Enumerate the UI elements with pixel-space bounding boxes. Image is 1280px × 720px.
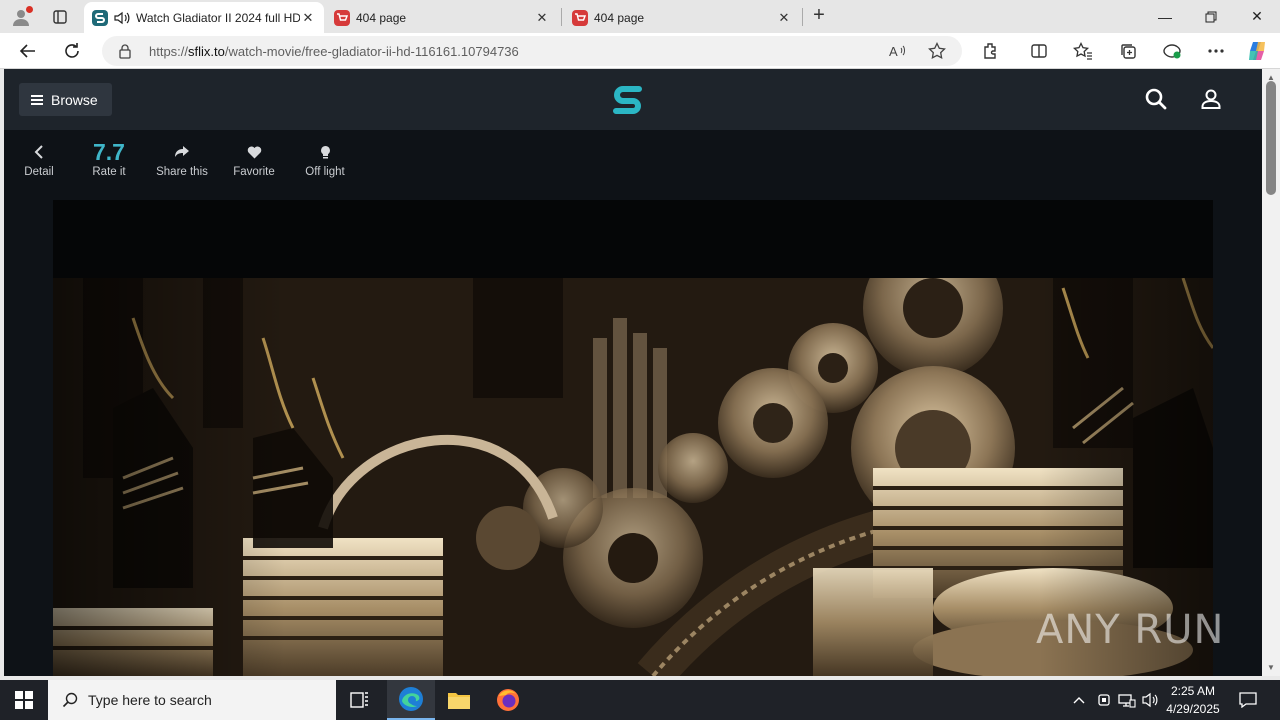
volume-icon[interactable] (1140, 680, 1162, 720)
browse-button[interactable]: Browse (19, 83, 112, 116)
refresh-icon[interactable] (60, 39, 84, 63)
show-hidden-icons[interactable] (1068, 680, 1090, 720)
file-explorer-button[interactable] (435, 680, 483, 720)
video-player[interactable] (53, 200, 1213, 676)
rating-value: 7.7 (93, 139, 125, 165)
favorite-button[interactable]: Favorite (229, 138, 279, 178)
svg-text:A: A (889, 44, 898, 59)
site-header: Browse (4, 69, 1262, 130)
audio-playing-icon[interactable] (114, 11, 130, 25)
tab-gladiator[interactable]: Watch Gladiator II 2024 full HD ✕ (84, 2, 324, 33)
search-icon[interactable] (1144, 87, 1168, 111)
bulb-icon (320, 146, 330, 159)
notifications-icon[interactable] (1234, 680, 1262, 720)
rate-button[interactable]: 7.7 Rate it (84, 138, 134, 178)
clock-date: 4/29/2025 (1166, 702, 1220, 716)
browser-essentials-icon[interactable] (1161, 40, 1183, 62)
cart-favicon-icon (572, 9, 588, 26)
edge-taskbar-button[interactable] (387, 680, 435, 720)
restore-icon[interactable] (1188, 0, 1234, 33)
url-field[interactable]: https://sflix.to/watch-movie/free-gladia… (102, 36, 962, 66)
browser-tab-bar: Watch Gladiator II 2024 full HD ✕ 404 pa… (0, 0, 1280, 33)
detail-button[interactable]: Detail (14, 138, 64, 178)
task-view-button[interactable] (336, 680, 384, 720)
split-screen-icon[interactable] (1028, 40, 1050, 62)
clock-time: 2:25 AM (1170, 684, 1216, 698)
tab-separator (561, 8, 562, 26)
off-light-label: Off light (305, 166, 345, 178)
profile-button[interactable] (8, 4, 34, 30)
task-view-icon (350, 692, 368, 708)
close-tab-icon[interactable]: ✕ (534, 10, 550, 26)
cart-favicon-icon (334, 9, 350, 26)
share-icon (175, 146, 189, 157)
off-light-button[interactable]: Off light (296, 138, 354, 178)
url-text: https://sflix.to/watch-movie/free-gladia… (149, 44, 519, 59)
back-icon[interactable] (16, 39, 40, 63)
folder-icon (448, 693, 470, 709)
page-scrollbar[interactable]: ▲ ▼ (1262, 69, 1280, 676)
anyrun-watermark: ANY RUN (1036, 607, 1225, 653)
chevron-left-icon (34, 145, 43, 159)
sflix-logo[interactable] (611, 83, 645, 117)
tab-404-2[interactable]: 404 page ✕ (564, 2, 800, 33)
close-window-icon[interactable]: ✕ (1234, 0, 1280, 33)
heart-icon (247, 146, 261, 158)
rate-label: Rate it (92, 166, 126, 178)
search-icon (62, 692, 78, 708)
user-icon[interactable] (1199, 87, 1223, 111)
tab-title: Watch Gladiator II 2024 full HD (136, 10, 300, 25)
firefox-button[interactable] (484, 680, 532, 720)
share-button[interactable]: Share this (151, 138, 213, 178)
detail-label: Detail (24, 166, 54, 178)
lock-icon[interactable] (118, 43, 132, 64)
close-tab-icon[interactable]: ✕ (776, 10, 792, 26)
web-page: Browse Detail 7.7 Rate it Share this Fav… (4, 69, 1262, 676)
tab-actions-button[interactable] (48, 6, 72, 28)
favorite-label: Favorite (233, 166, 275, 178)
favorite-star-icon[interactable] (927, 42, 947, 60)
browse-label: Browse (51, 91, 98, 108)
read-aloud-icon[interactable]: A (888, 42, 908, 60)
collections-icon[interactable] (1117, 40, 1139, 62)
search-placeholder: Type here to search (88, 692, 212, 708)
more-menu-icon[interactable] (1205, 40, 1227, 62)
network-icon[interactable] (1116, 680, 1138, 720)
extensions-icon[interactable] (980, 40, 1002, 62)
edge-icon (399, 687, 423, 711)
new-tab-icon[interactable]: + (808, 4, 830, 28)
hamburger-icon (31, 93, 43, 107)
address-toolbar: https://sflix.to/watch-movie/free-gladia… (0, 33, 1280, 69)
windows-taskbar: Type here to search 2:25 AM 4/29/2025 (0, 680, 1280, 720)
taskbar-clock[interactable]: 2:25 AM 4/29/2025 (1160, 682, 1226, 718)
tab-actions-icon (53, 10, 67, 24)
sflix-favicon-icon (92, 9, 108, 26)
scrollbar-thumb[interactable] (1266, 81, 1276, 195)
player-action-bar: Detail 7.7 Rate it Share this Favorite O… (4, 130, 1262, 200)
tab-title: 404 page (594, 10, 645, 25)
favorites-icon[interactable] (1072, 40, 1094, 62)
firefox-icon (497, 689, 519, 711)
close-tab-icon[interactable]: ✕ (300, 10, 316, 26)
copilot-icon[interactable] (1246, 40, 1268, 62)
start-button[interactable] (0, 680, 48, 720)
taskbar-search-box[interactable]: Type here to search (48, 680, 336, 720)
scroll-down-icon[interactable]: ▼ (1267, 663, 1275, 672)
tab-title: 404 page (356, 10, 407, 25)
share-label: Share this (156, 166, 208, 178)
tab-404-1[interactable]: 404 page ✕ (326, 2, 558, 33)
windows-logo-icon (15, 691, 33, 709)
minimize-icon[interactable]: — (1142, 0, 1188, 33)
notification-dot (26, 6, 33, 13)
tab-separator (802, 8, 803, 26)
security-tray-icon[interactable] (1093, 680, 1115, 720)
